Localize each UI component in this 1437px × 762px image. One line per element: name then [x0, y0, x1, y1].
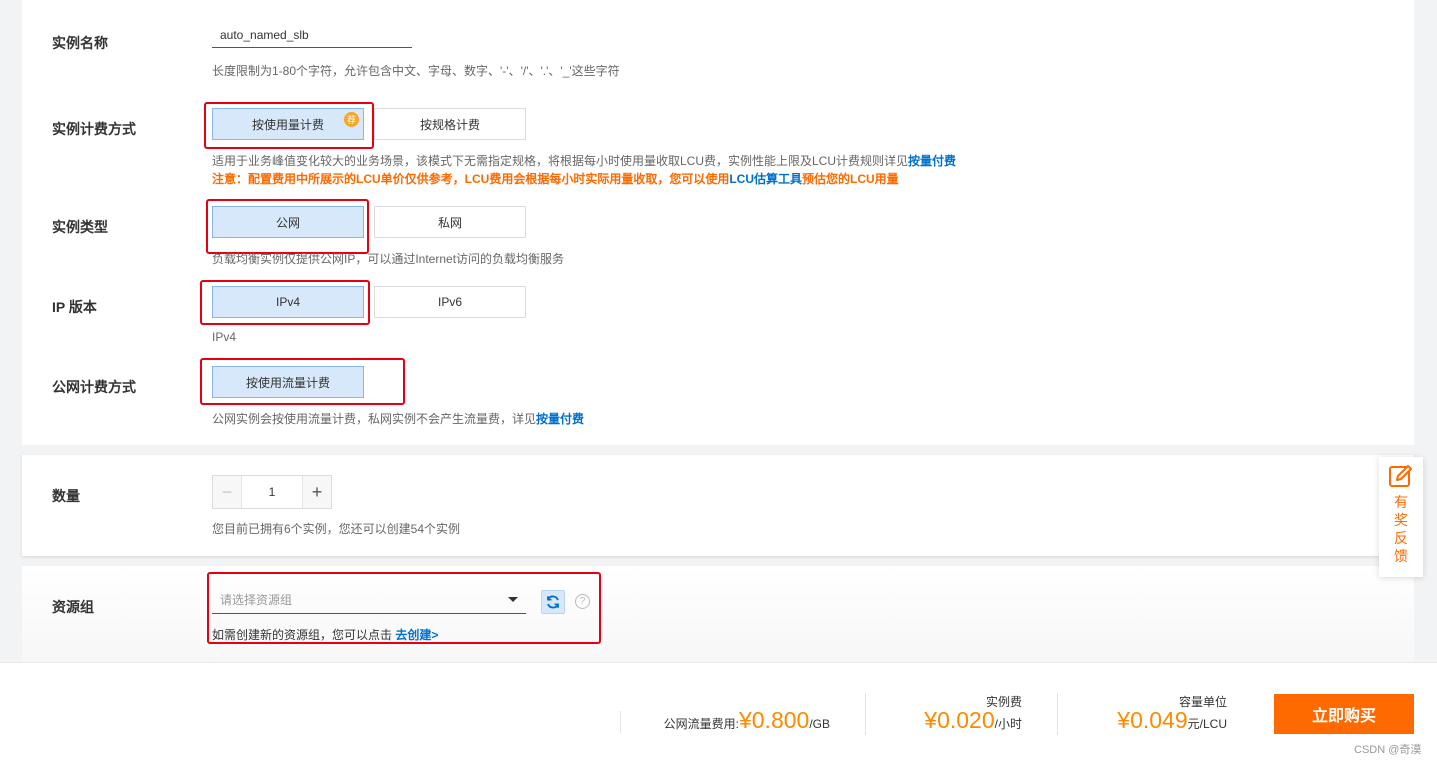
public-billing-help-text: 公网实例会按使用流量计费，私网实例不会产生流量费，详见: [212, 412, 537, 426]
billing-help-text: 适用于业务峰值变化较大的业务场景，该模式下无需指定规格，将根据每小时使用量收取L…: [212, 154, 909, 168]
instance-type-label: 实例类型: [52, 219, 108, 235]
refresh-icon: [547, 595, 559, 609]
billing-option-usage-label: 按使用量计费: [251, 117, 324, 132]
feedback-label: 有奖反馈: [1394, 494, 1408, 564]
recommend-badge: 荐: [344, 112, 359, 127]
public-billing-label: 公网计费方式: [52, 379, 136, 395]
ip-version-help: IPv4: [212, 330, 237, 344]
billing-pay-as-you-go-link[interactable]: 按量付费: [908, 154, 956, 168]
ip-version-ipv4-label: IPv4: [275, 295, 300, 309]
chevron-down-icon: [508, 597, 518, 602]
traffic-fee: 公网流量费用: ¥0.800 /GB: [664, 707, 830, 734]
lcu-estimate-tool-link[interactable]: LCU估算工具: [729, 172, 802, 186]
instance-name-input[interactable]: [212, 22, 412, 48]
billing-method-help: 适用于业务峰值变化较大的业务场景，该模式下无需指定规格，将根据每小时使用量收取L…: [212, 152, 956, 169]
ip-version-label: IP 版本: [52, 299, 97, 315]
resource-group-help: 如需创建新的资源组，您可以点击 去创建>: [212, 626, 438, 643]
quantity-help: 您目前已拥有6个实例，您还可以创建54个实例: [212, 522, 461, 536]
traffic-fee-unit: /GB: [809, 717, 830, 731]
instance-type-public-label: 公网: [275, 215, 300, 230]
instance-config-card: 实例名称 长度限制为1-80个字符，允许包含中文、字母、数字、'-'、'/'、'…: [22, 0, 1414, 445]
billing-warning-prefix: 注意：配置费用中所展示的LCU单价仅供参考，LCU费用会根据每小时实际用量收取，…: [212, 172, 730, 186]
quantity-decrement-button[interactable]: −: [213, 476, 242, 508]
feedback-widget[interactable]: 有奖反馈: [1379, 457, 1423, 577]
resource-group-select[interactable]: 请选择资源组: [212, 586, 526, 614]
billing-method-label: 实例计费方式: [52, 121, 136, 137]
billing-warning-suffix: 预估您的LCU用量: [802, 172, 899, 186]
instance-type-private-label: 私网: [437, 215, 462, 230]
lcu-fee-unit: 元/LCU: [1187, 717, 1227, 731]
instance-fee-unit: /小时: [994, 717, 1022, 731]
ip-version-ipv6-label: IPv6: [437, 295, 462, 309]
quantity-stepper: − 1 +: [212, 475, 332, 509]
quantity-increment-button[interactable]: +: [302, 476, 331, 508]
instance-name-help: 长度限制为1-80个字符，允许包含中文、字母、数字、'-'、'/'、'.'、'_…: [212, 64, 620, 78]
buy-now-button[interactable]: 立即购买: [1274, 694, 1414, 734]
help-question-icon[interactable]: ?: [575, 594, 590, 609]
quantity-value[interactable]: 1: [242, 476, 302, 508]
lcu-fee-amount: ¥0.049: [1117, 707, 1188, 733]
resource-group-help-text: 如需创建新的资源组，您可以点击: [212, 628, 393, 642]
traffic-fee-label: 公网流量费用:: [663, 717, 739, 731]
public-billing-help: 公网实例会按使用流量计费，私网实例不会产生流量费，详见按量付费: [212, 410, 584, 427]
traffic-fee-amount: ¥0.800: [738, 707, 810, 733]
instance-fee: ¥0.020 /小时: [924, 707, 1022, 734]
billing-option-spec-label: 按规格计费: [419, 117, 480, 132]
instance-type-option-private[interactable]: 私网: [374, 206, 526, 238]
instance-type-option-public[interactable]: 公网: [212, 206, 364, 238]
instance-fee-amount: ¥0.020: [924, 707, 995, 733]
billing-option-usage[interactable]: 按使用量计费 荐: [212, 108, 364, 140]
billing-option-spec[interactable]: 按规格计费: [374, 108, 526, 140]
public-billing-option-traffic[interactable]: 按使用流量计费: [212, 366, 364, 398]
lcu-fee: ¥0.049 元/LCU: [1117, 707, 1227, 734]
fee-divider: [865, 693, 866, 735]
price-footer: 公网流量费用: ¥0.800 /GB 实例费 ¥0.020 /小时 容量单位 ¥…: [0, 662, 1437, 762]
ip-version-option-ipv4[interactable]: IPv4: [212, 286, 364, 318]
instance-type-help: 负载均衡实例仅提供公网IP，可以通过Internet访问的负载均衡服务: [212, 252, 565, 266]
quantity-card: 数量 − 1 + 您目前已拥有6个实例，您还可以创建54个实例: [22, 455, 1414, 556]
instance-name-label: 实例名称: [52, 35, 108, 51]
resource-group-label: 资源组: [52, 599, 94, 615]
billing-warning: 注意：配置费用中所展示的LCU单价仅供参考，LCU费用会根据每小时实际用量收取，…: [212, 170, 899, 187]
fee-divider: [1057, 693, 1058, 735]
edit-icon: [1389, 465, 1412, 487]
quantity-label: 数量: [52, 488, 80, 504]
public-billing-pay-as-you-go-link[interactable]: 按量付费: [536, 412, 584, 426]
create-resource-group-link[interactable]: 去创建>: [395, 628, 438, 642]
resource-group-card: 资源组 请选择资源组 ? 如需创建新的资源组，您可以点击 去创建>: [22, 566, 1414, 662]
ip-version-option-ipv6[interactable]: IPv6: [374, 286, 526, 318]
resource-group-placeholder: 请选择资源组: [220, 593, 293, 607]
refresh-button[interactable]: [541, 590, 565, 614]
public-billing-traffic-label: 按使用流量计费: [245, 375, 330, 390]
csdn-watermark: CSDN @奇漠: [1354, 744, 1422, 756]
fee-divider: [620, 711, 621, 733]
